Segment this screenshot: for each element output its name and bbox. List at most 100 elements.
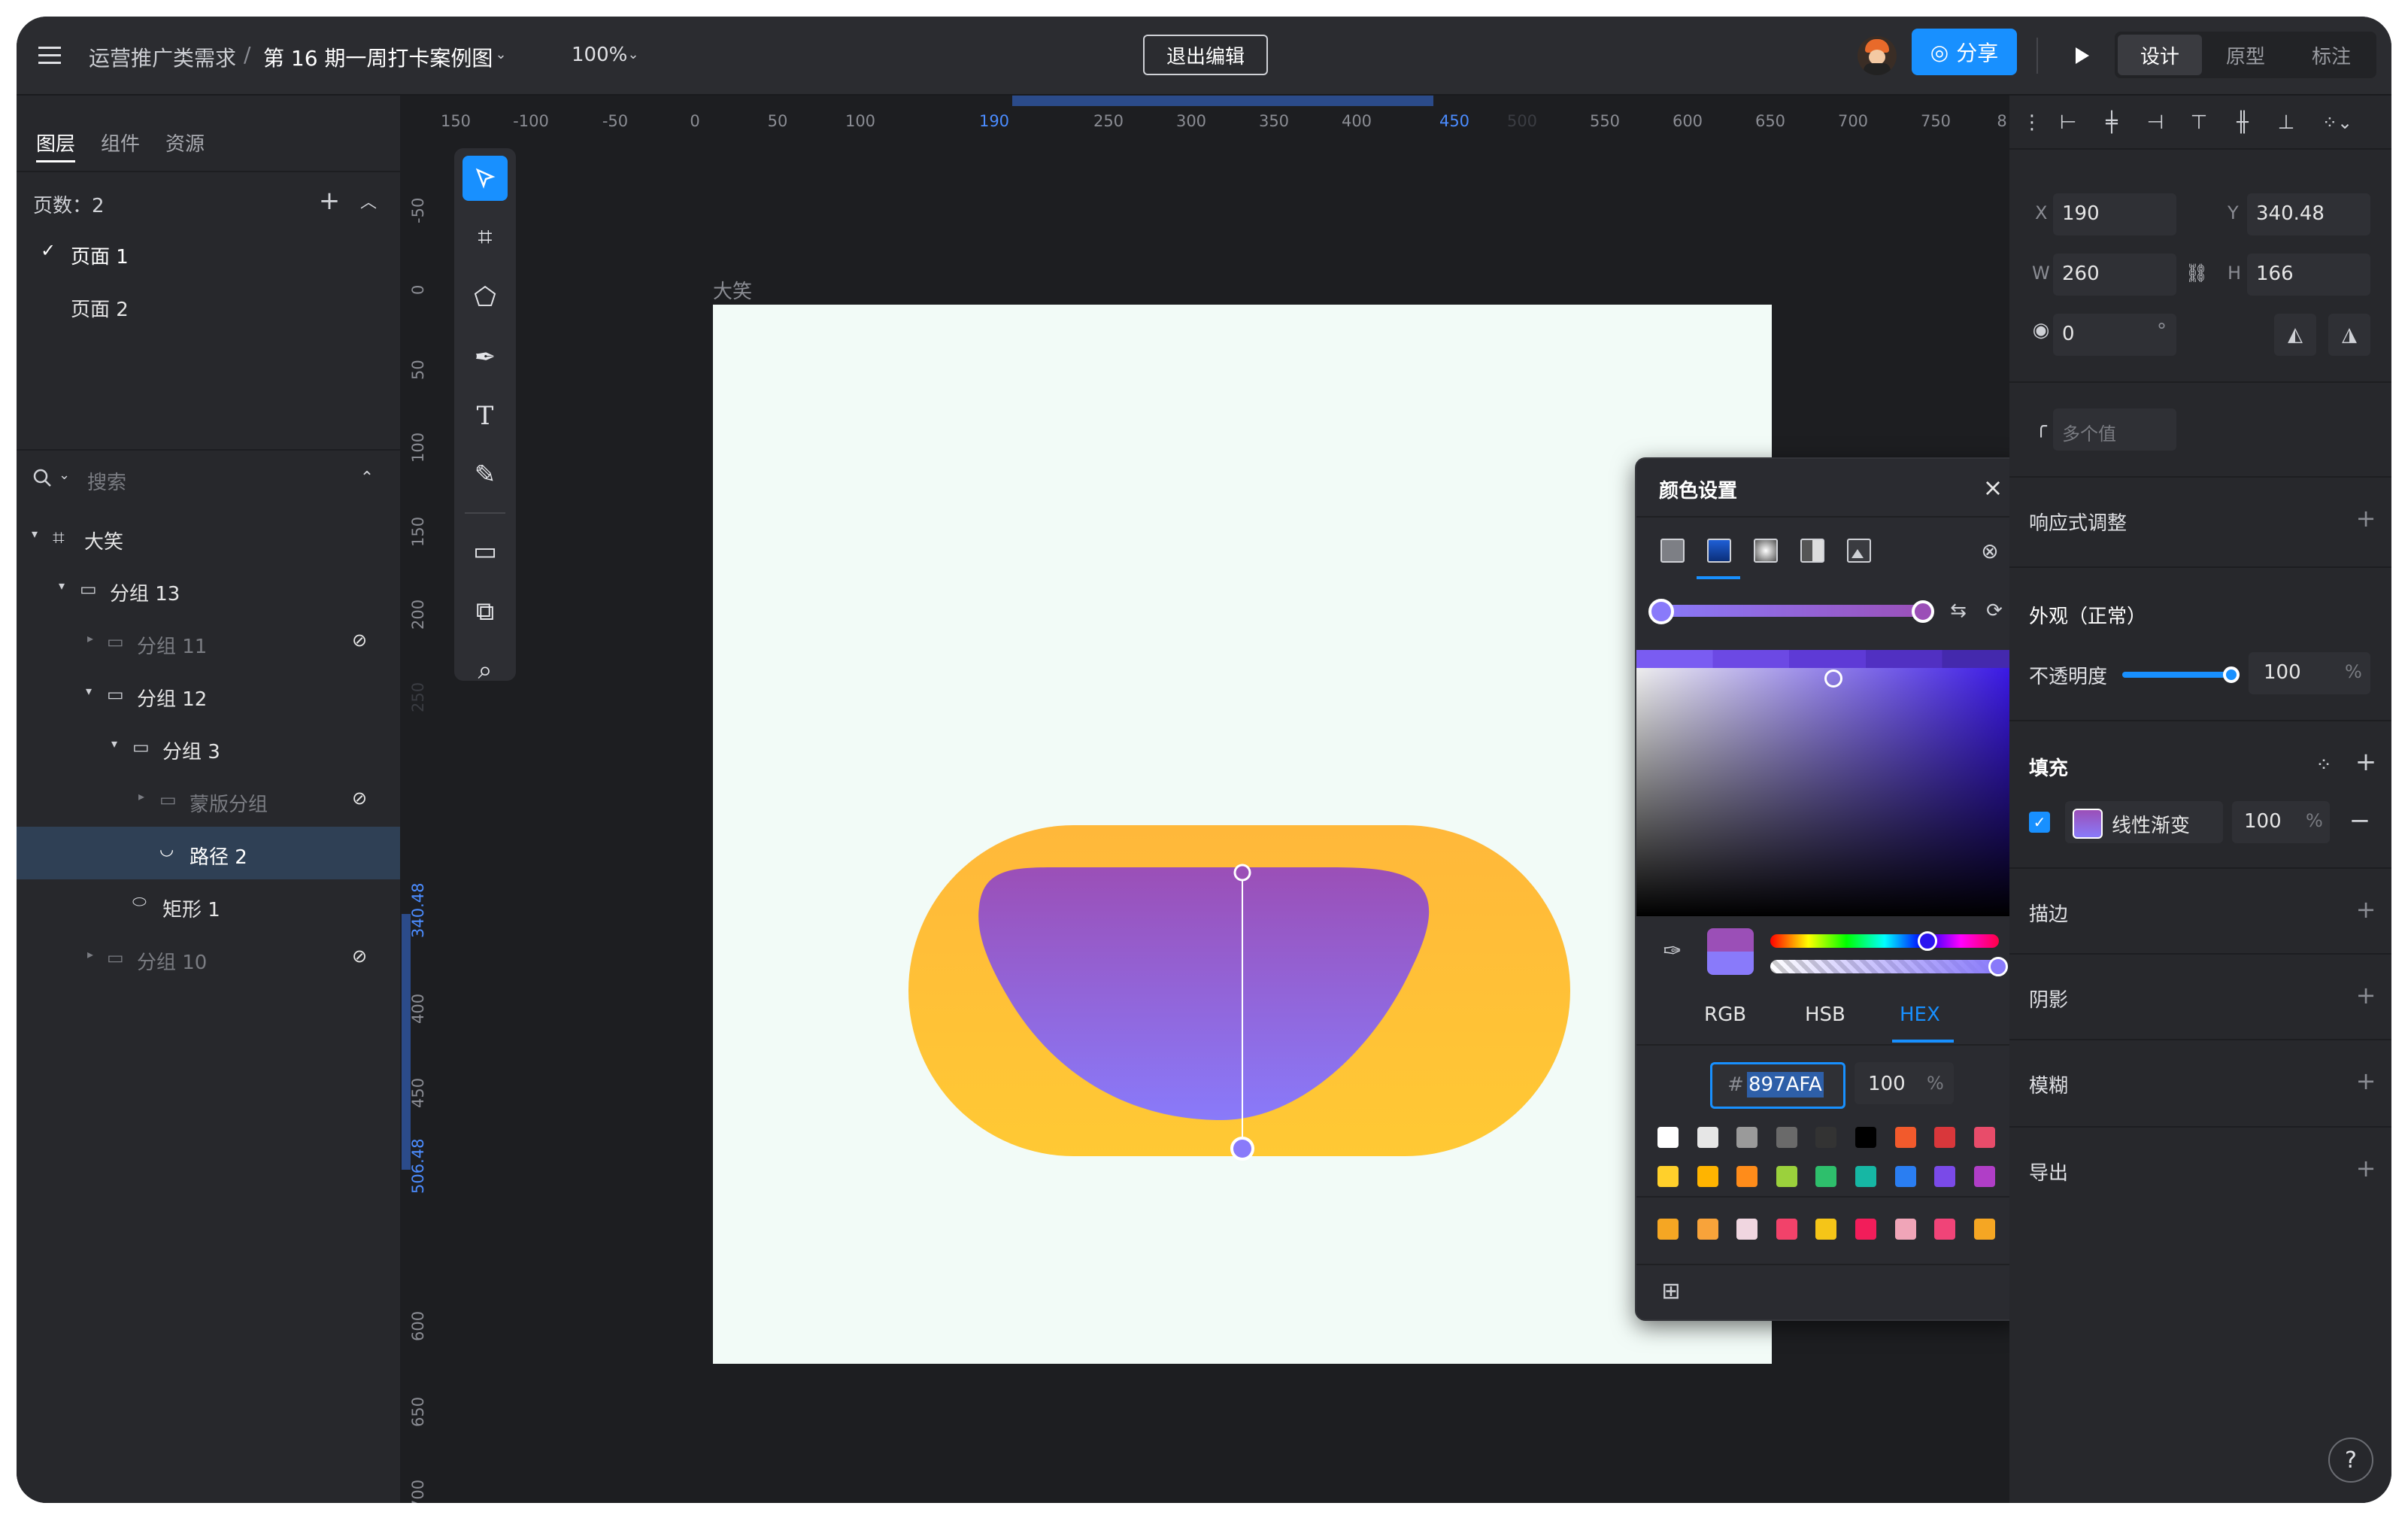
flip-horizontal-icon[interactable]: ◭ [2274, 314, 2316, 356]
zoom-chevron-icon[interactable]: ⌄ [624, 45, 642, 63]
color-swatch[interactable] [1736, 1127, 1758, 1148]
layer-rectangle[interactable]: ⬭ 矩形 1 [17, 879, 400, 932]
menu-icon[interactable] [33, 39, 66, 72]
swap-icon[interactable]: ⇆ [1945, 597, 1972, 624]
y-input[interactable]: 340.48 [2247, 193, 2370, 235]
layer-frame[interactable]: ▾ ⌗ 大笑 [17, 512, 400, 564]
tab-layers[interactable]: 图层 [36, 129, 75, 156]
color-swatch[interactable] [1697, 1166, 1718, 1187]
color-swatch[interactable] [1934, 1219, 1956, 1240]
color-swatch[interactable] [1697, 1127, 1718, 1148]
expand-arrow-icon[interactable]: ▸ [138, 789, 144, 803]
color-swatch[interactable] [1894, 1219, 1916, 1240]
pencil-tool-icon[interactable]: ✎ [462, 452, 508, 497]
width-input[interactable]: 260 [2053, 254, 2176, 296]
artboard-frame[interactable] [713, 305, 1772, 1364]
alpha-slider[interactable] [1770, 960, 1999, 973]
hidden-eye-icon[interactable]: ⊘ [352, 946, 367, 967]
layer-group[interactable]: ▾ ▭ 分组 13 [17, 563, 400, 616]
hex-input[interactable]: # 897AFA [1710, 1062, 1845, 1109]
image-fill-icon[interactable] [1847, 539, 1871, 563]
layer-group-hidden[interactable]: ▸ ▭ 分组 11 ⊘ [17, 616, 400, 669]
color-swatch[interactable] [1776, 1166, 1797, 1187]
exit-edit-button[interactable]: 退出编辑 [1143, 35, 1268, 75]
tab-components[interactable]: 组件 [101, 129, 140, 156]
expand-arrow-icon[interactable]: ▸ [87, 631, 93, 645]
layer-group[interactable]: ▾ ▭ 分组 3 [17, 721, 400, 774]
solid-fill-icon[interactable] [1660, 539, 1685, 563]
close-icon[interactable]: × [1978, 472, 2008, 502]
search-tool-icon[interactable]: ⌕ [462, 648, 508, 693]
color-swatch[interactable] [1776, 1127, 1797, 1148]
flip-vertical-icon[interactable]: ◮ [2328, 314, 2370, 356]
shadow-add-icon[interactable]: + [2351, 980, 2381, 1010]
rotation-input[interactable]: 0 ° [2053, 314, 2176, 356]
color-swatch[interactable] [1697, 1219, 1718, 1240]
color-swatch[interactable] [1855, 1166, 1876, 1187]
mode-hex[interactable]: HEX [1900, 1003, 1940, 1026]
opacity-value-input[interactable]: 100 % [2249, 652, 2370, 694]
blur-add-icon[interactable]: + [2351, 1066, 2381, 1096]
search-icon[interactable] [29, 464, 56, 491]
layer-group[interactable]: ▾ ▭ 分组 12 [17, 669, 400, 721]
color-swatch[interactable] [1815, 1219, 1837, 1240]
share-button[interactable]: ◎ 分享 [1912, 29, 2017, 75]
export-add-icon[interactable]: + [2351, 1153, 2381, 1183]
add-page-icon[interactable]: + [316, 186, 343, 216]
frame-tool-icon[interactable]: ⌗ [462, 214, 508, 260]
mode-rgb[interactable]: RGB [1704, 1003, 1746, 1026]
pen-tool-icon[interactable]: ✒ [462, 335, 508, 380]
hue-thumb[interactable] [1918, 931, 1937, 951]
color-swatch[interactable] [1736, 1219, 1758, 1240]
layer-mask-group-hidden[interactable]: ▸ ▭ 蒙版分组 ⊘ [17, 774, 400, 827]
expand-arrow-icon[interactable]: ▾ [59, 578, 65, 593]
color-swatch[interactable] [1815, 1166, 1837, 1187]
expand-arrow-icon[interactable]: ▾ [32, 527, 38, 541]
file-title[interactable]: 第 16 期一周打卡案例图 [263, 42, 493, 72]
align-center-h-icon[interactable]: ╪ [2097, 108, 2127, 138]
align-bottom-icon[interactable]: ⊥ [2271, 108, 2301, 138]
color-swatch[interactable] [1934, 1166, 1956, 1187]
corner-radius-input[interactable]: 多个值 [2053, 408, 2176, 451]
page-item-2[interactable]: 页面 2 [71, 294, 129, 322]
text-tool-icon[interactable]: T [462, 393, 508, 439]
polygon-tool-icon[interactable]: ⬠ [462, 275, 508, 320]
chevron-down-icon[interactable]: ⌄ [492, 45, 510, 63]
radial-gradient-icon[interactable] [1754, 539, 1778, 563]
color-swatch[interactable] [1855, 1127, 1876, 1148]
color-swatch[interactable] [1736, 1166, 1758, 1187]
distribute-icon[interactable]: ⁘⌄ [2315, 108, 2360, 138]
gradient-stop-left[interactable] [1648, 599, 1674, 624]
color-swatch[interactable] [1657, 1127, 1679, 1148]
layer-group-hidden[interactable]: ▸ ▭ 分组 10 ⊘ [17, 932, 400, 985]
align-top-icon[interactable]: ⊤ [2184, 108, 2214, 138]
more-icon[interactable]: ⋮ [2022, 109, 2042, 136]
play-icon[interactable] [2064, 38, 2100, 74]
collapse-all-icon[interactable]: ⌃ [353, 464, 381, 491]
color-swatch[interactable] [1657, 1166, 1679, 1187]
comment-tool-icon[interactable]: ▭ [462, 529, 508, 574]
color-swatch[interactable] [1815, 1127, 1837, 1148]
responsive-add-icon[interactable]: + [2351, 503, 2381, 533]
tab-annotate[interactable]: 标注 [2289, 35, 2373, 75]
color-swatch[interactable] [1657, 1219, 1679, 1240]
search-chevron-icon[interactable]: ⌄ [59, 467, 70, 483]
breadcrumb-project[interactable]: 运营推广类需求 [89, 42, 236, 72]
stroke-add-icon[interactable]: + [2351, 894, 2381, 924]
color-swatch[interactable] [1855, 1219, 1876, 1240]
style-grid-icon[interactable]: ⁘ [2309, 750, 2339, 780]
avatar[interactable] [1858, 36, 1897, 75]
color-swatch[interactable] [1973, 1166, 1995, 1187]
expand-arrow-icon[interactable]: ▾ [86, 684, 92, 698]
color-swatch[interactable] [1894, 1127, 1916, 1148]
angular-gradient-icon[interactable] [1800, 539, 1824, 563]
tab-prototype[interactable]: 原型 [2203, 35, 2288, 75]
gradient-bar[interactable] [1659, 605, 1930, 617]
color-swatch[interactable] [1973, 1219, 1995, 1240]
lock-ratio-icon[interactable]: ⛓ [2185, 258, 2208, 288]
saturation-picker[interactable] [1636, 650, 2018, 916]
help-button[interactable]: ? [2328, 1438, 2373, 1483]
opacity-input[interactable]: 100 % [1855, 1062, 1954, 1104]
fill-type-selector[interactable]: 线性渐变 [2065, 801, 2223, 843]
color-swatch[interactable] [1973, 1127, 1995, 1148]
